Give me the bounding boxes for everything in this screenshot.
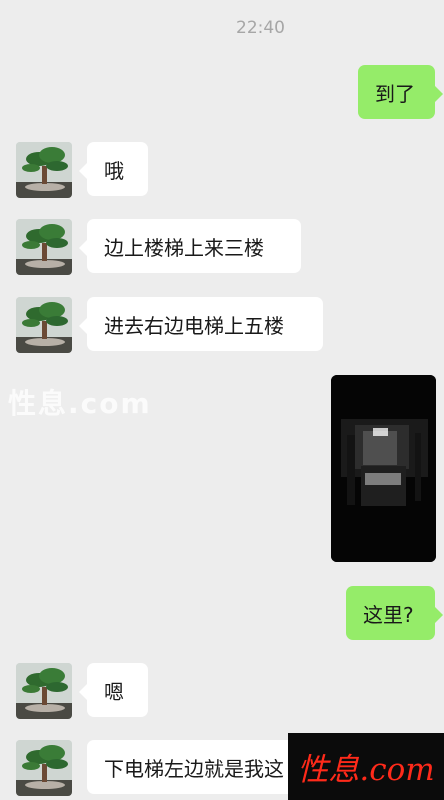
bonsai-avatar-icon (16, 740, 72, 796)
contact-avatar[interactable] (16, 740, 72, 796)
watermark-logo-text: 性息.com (297, 752, 435, 788)
contact-avatar[interactable] (16, 219, 72, 275)
outgoing-message[interactable]: 这里? (346, 586, 443, 640)
incoming-message[interactable]: 进去右边电梯上五楼 (79, 297, 323, 351)
contact-avatar[interactable] (16, 142, 72, 198)
bonsai-avatar-icon (16, 142, 72, 198)
contact-avatar[interactable] (16, 297, 72, 353)
watermark-logo: 性息.com (288, 733, 444, 800)
timestamp: 22:40 (236, 18, 285, 38)
message-text: 到了 (375, 81, 415, 106)
contact-avatar[interactable] (16, 663, 72, 719)
watermark: 性息.com (8, 387, 152, 420)
outgoing-message[interactable]: 到了 (358, 65, 443, 119)
message-text: 下电梯左边就是我这 (104, 756, 284, 781)
incoming-message[interactable]: 嗯 (79, 663, 148, 717)
message-text: 嗯 (104, 679, 124, 704)
message-text: 哦 (104, 158, 124, 183)
bonsai-avatar-icon (16, 219, 72, 275)
incoming-message[interactable]: 边上楼梯上来三楼 (79, 219, 301, 273)
message-text: 边上楼梯上来三楼 (104, 235, 264, 260)
incoming-message[interactable]: 哦 (79, 142, 148, 196)
photo-preview-icon (331, 375, 436, 562)
image-message[interactable] (331, 375, 436, 562)
message-text: 这里? (363, 602, 414, 627)
message-text: 进去右边电梯上五楼 (104, 313, 284, 338)
bonsai-avatar-icon (16, 297, 72, 353)
bonsai-avatar-icon (16, 663, 72, 719)
